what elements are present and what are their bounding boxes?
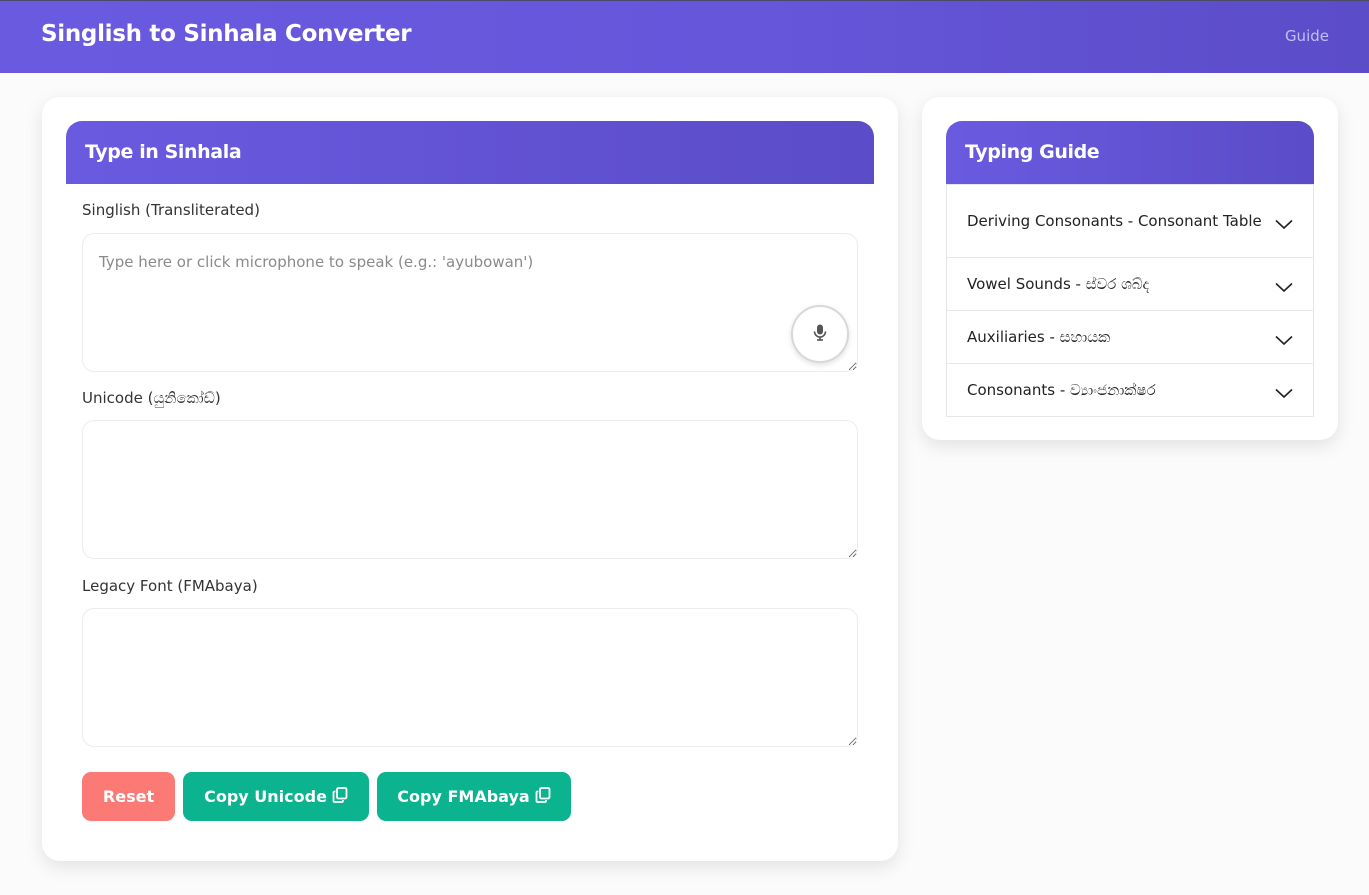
reset-button-label: Reset <box>102 787 155 806</box>
typing-guide-card: Typing Guide Deriving Consonants - Conso… <box>922 97 1338 440</box>
accordion-item-auxiliaries[interactable]: Auxiliaries - සහායක <box>947 310 1313 363</box>
guide-accordion: Deriving Consonants - Consonant Table Vo… <box>946 184 1314 417</box>
chevron-down-icon <box>1275 331 1293 351</box>
microphone-icon <box>813 324 827 345</box>
chevron-down-icon <box>1275 278 1293 298</box>
typing-guide-title: Typing Guide <box>946 121 1314 184</box>
converter-card: Type in Sinhala Singlish (Transliterated… <box>42 97 898 861</box>
brand-title[interactable]: Singlish to Sinhala Converter <box>41 21 412 47</box>
microphone-button[interactable] <box>791 305 849 363</box>
accordion-item-consonants[interactable]: Consonants - ව්‍යාංජනාක්ෂර <box>947 363 1313 416</box>
legacy-label: Legacy Font (FMAbaya) <box>82 577 258 595</box>
accordion-item-label: Vowel Sounds - ස්වර ශබ්ද <box>967 275 1150 293</box>
unicode-label: Unicode (යුනිකෝඩ්) <box>82 389 221 407</box>
accordion-item-label: Auxiliaries - සහායක <box>967 328 1111 346</box>
singlish-input[interactable] <box>82 233 858 372</box>
copy-unicode-label: Copy Unicode <box>204 787 327 806</box>
singlish-label: Singlish (Transliterated) <box>82 201 260 219</box>
copy-icon <box>332 786 348 807</box>
copy-icon <box>535 786 551 807</box>
chevron-down-icon <box>1275 215 1293 235</box>
chevron-down-icon <box>1275 384 1293 404</box>
converter-card-title: Type in Sinhala <box>66 121 874 184</box>
copy-fmabaya-label: Copy FMAbaya <box>397 787 530 806</box>
navbar: Singlish to Sinhala Converter Guide <box>0 0 1369 73</box>
copy-fmabaya-button[interactable]: Copy FMAbaya <box>377 772 571 821</box>
accordion-item-vowel-sounds[interactable]: Vowel Sounds - ස්වර ශබ්ද <box>947 257 1313 310</box>
nav-link-guide[interactable]: Guide <box>1285 27 1329 45</box>
copy-unicode-button[interactable]: Copy Unicode <box>183 772 369 821</box>
legacy-output[interactable] <box>82 608 858 747</box>
reset-button[interactable]: Reset <box>82 772 175 821</box>
accordion-item-label: Consonants - ව්‍යාංජනාක්ෂර <box>967 381 1156 399</box>
unicode-output[interactable] <box>82 420 858 559</box>
accordion-item-deriving-consonants[interactable]: Deriving Consonants - Consonant Table <box>947 184 1313 257</box>
accordion-item-label: Deriving Consonants - Consonant Table <box>967 212 1262 230</box>
